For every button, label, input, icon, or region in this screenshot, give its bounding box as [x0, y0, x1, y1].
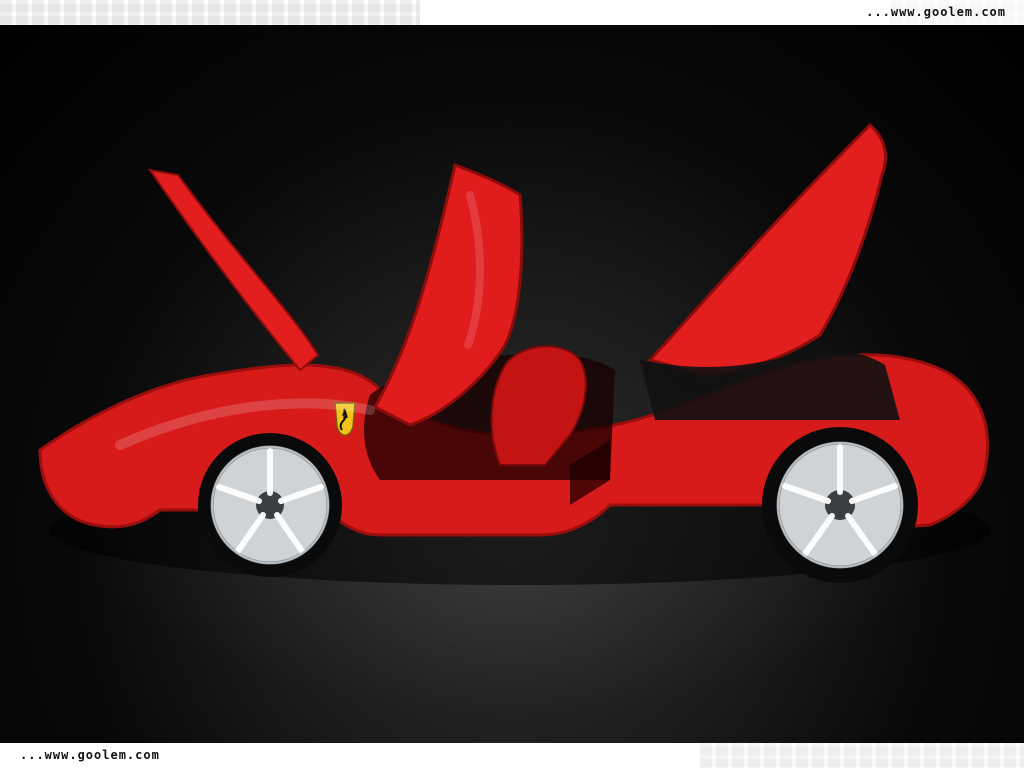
car-photo: ♞: [0, 25, 1024, 743]
car-illustration: ♞: [38, 122, 990, 585]
engine-cover-open: [647, 122, 887, 377]
bottom-bar: ...www.goolem.com: [0, 743, 1024, 768]
rear-wheel: [762, 427, 918, 583]
top-site-text: ...www.goolem.com: [866, 5, 1006, 19]
bottom-mosaic: [700, 743, 1024, 768]
front-wheel: [198, 433, 342, 577]
top-mosaic: [0, 0, 420, 25]
prancing-horse-badge-icon: ♞: [341, 410, 350, 421]
top-bar: ...www.goolem.com: [0, 0, 1024, 25]
front-hood-open: [147, 168, 320, 372]
bottom-site-text: ...www.goolem.com: [20, 748, 160, 762]
